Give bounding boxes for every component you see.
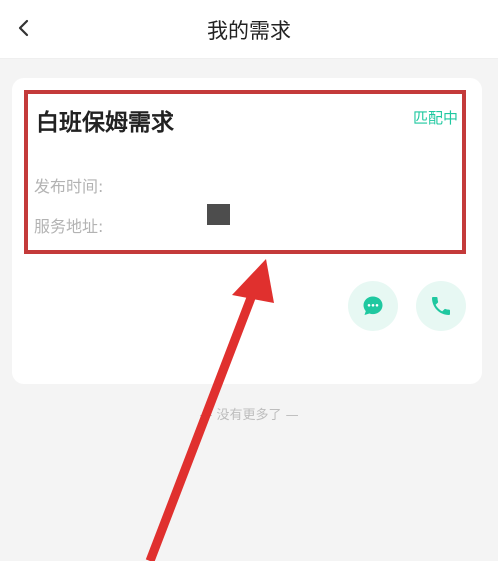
chat-button[interactable] [348, 281, 398, 331]
page-title: 我的需求 [207, 19, 291, 43]
annotation-highlight-box [24, 90, 466, 254]
chat-bubble-icon [363, 296, 383, 315]
call-button[interactable] [416, 281, 466, 331]
screen: 我的需求 白班保姆需求 匹配中 发布时间: 服务地址: — 没有更多了 — [0, 0, 498, 561]
header-bar: 我的需求 [0, 0, 498, 59]
list-end-text: — 没有更多了 — [199, 408, 299, 423]
phone-icon [432, 297, 450, 315]
